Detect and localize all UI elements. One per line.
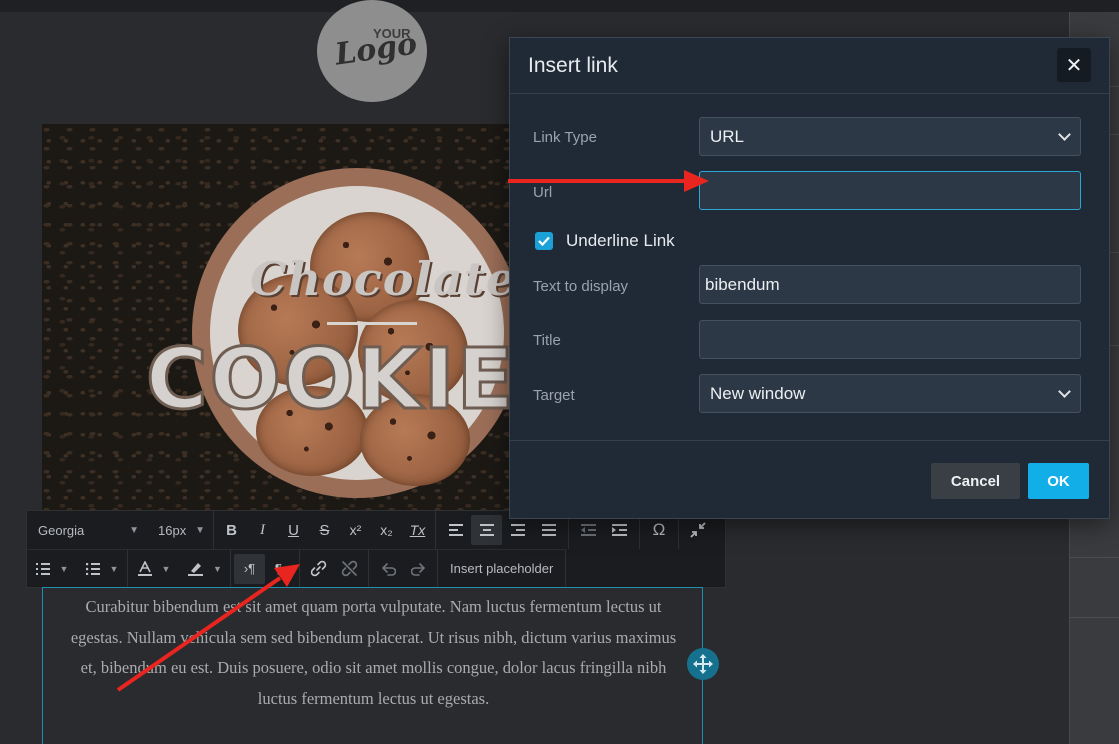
hero-title-bold: COOKIE (144, 329, 512, 430)
text-editor-toolbar: Georgia ▼ 16px ▼ B I U S x² x₂ Tx Ω ▼ ▼ … (26, 510, 726, 588)
align-left-button[interactable] (440, 515, 471, 545)
align-center-button[interactable] (471, 515, 502, 545)
align-right-button[interactable] (502, 515, 533, 545)
top-strip (0, 0, 1119, 12)
text-to-display-input[interactable]: bibendum (699, 265, 1081, 304)
rtl-button[interactable]: ¶‹ (265, 554, 296, 584)
url-label: Url (533, 184, 553, 201)
hero-image[interactable]: Chocolate COOKIE (42, 124, 512, 512)
hero-title-script: Chocolate (250, 252, 512, 306)
numbered-list-button[interactable]: ▼ (27, 550, 77, 588)
chevron-down-icon: ▼ (109, 563, 119, 574)
outdent-icon (581, 524, 596, 536)
align-right-icon (510, 524, 525, 536)
toolbar-separator (565, 549, 567, 588)
indent-button[interactable] (604, 515, 635, 545)
undo-icon (381, 562, 396, 576)
omega-icon: Ω (652, 520, 666, 539)
text-block[interactable]: Curabitur bibendum est sit amet quam por… (42, 587, 703, 744)
bullet-list-icon (85, 562, 100, 575)
cancel-button[interactable]: Cancel (931, 463, 1020, 499)
dialog-title: Insert link (528, 54, 618, 77)
logo-image[interactable]: YOUR Logo (317, 0, 427, 102)
link-group (300, 550, 368, 588)
undo-button[interactable] (372, 554, 403, 584)
text-to-display-value: bibendum (705, 274, 780, 294)
subscript-button[interactable]: x₂ (371, 515, 402, 545)
align-center-icon (479, 524, 494, 536)
ltr-paragraph-icon: ›¶ (243, 561, 256, 576)
font-family-value: Georgia (38, 522, 85, 538)
underline-button[interactable]: U (278, 515, 309, 545)
chevron-down-icon: ▼ (129, 524, 139, 536)
redo-button[interactable] (403, 554, 434, 584)
insert-placeholder-button[interactable]: Insert placeholder (438, 550, 565, 588)
close-icon: ✕ (1065, 54, 1083, 77)
text-to-display-label: Text to display (533, 278, 629, 295)
ltr-button[interactable]: ›¶ (234, 553, 265, 584)
align-justify-button[interactable] (533, 515, 564, 545)
direction-group: ›¶ ¶‹ (231, 550, 299, 588)
dialog-header: Insert link ✕ (510, 38, 1109, 94)
italic-button[interactable]: I (247, 515, 278, 545)
paragraph-text[interactable]: Curabitur bibendum est sit amet quam por… (61, 592, 686, 714)
target-label: Target (533, 387, 575, 404)
move-block-handle[interactable] (687, 648, 719, 680)
highlight-color-button[interactable]: ▼ (180, 550, 230, 588)
text-color-button[interactable]: ▼ (128, 550, 180, 588)
link-type-select[interactable]: URL (699, 117, 1081, 156)
ok-button[interactable]: OK (1028, 463, 1089, 499)
bold-button[interactable]: B (216, 515, 247, 545)
bullet-list-button[interactable]: ▼ (77, 550, 127, 588)
link-icon (310, 560, 327, 577)
highlighter-icon (188, 563, 204, 576)
chevron-down-icon: ▼ (195, 524, 205, 536)
insert-link-dialog: Insert link ✕ Link Type URL Url Underlin… (509, 37, 1110, 519)
panel-divider (1070, 557, 1119, 558)
strikethrough-button[interactable]: S (309, 515, 340, 545)
chevron-down-icon (1058, 385, 1071, 398)
close-button[interactable]: ✕ (1057, 48, 1091, 82)
insert-link-button[interactable] (303, 554, 334, 584)
underline-checkbox[interactable] (535, 232, 553, 250)
target-value: New window (710, 383, 806, 403)
dialog-footer-divider (510, 440, 1109, 441)
checkmark-icon (538, 236, 550, 246)
align-justify-icon (541, 524, 556, 536)
font-size-value: 16px (158, 522, 187, 538)
toolbar-row-2: ▼ ▼ ▼ ▼ ›¶ ¶‹ Insert placeholder (27, 549, 567, 588)
collapse-arrows-icon (690, 522, 706, 538)
chevron-down-icon: ▼ (59, 563, 69, 574)
outdent-button[interactable] (573, 515, 604, 545)
target-select[interactable]: New window (699, 374, 1081, 413)
logo-line-logo: Logo (332, 26, 420, 73)
rtl-paragraph-icon: ¶‹ (274, 561, 287, 576)
move-arrows-icon (693, 654, 713, 674)
redo-icon (410, 562, 425, 576)
url-input[interactable] (699, 171, 1081, 210)
text-color-icon (137, 561, 152, 576)
font-size-select[interactable]: 16px ▼ (147, 511, 213, 549)
remove-link-button[interactable] (334, 554, 365, 584)
indent-icon (612, 524, 627, 536)
font-family-select[interactable]: Georgia ▼ (27, 511, 147, 549)
underline-link-label: Underline Link (566, 231, 675, 250)
link-type-value: URL (710, 126, 745, 146)
link-type-label: Link Type (533, 129, 597, 146)
title-input[interactable] (699, 320, 1081, 359)
chevron-down-icon: ▼ (161, 563, 171, 574)
unlink-icon (341, 560, 358, 577)
text-style-group: B I U S x² x₂ Tx (214, 511, 435, 549)
superscript-button[interactable]: x² (340, 515, 371, 545)
clear-formatting-button[interactable]: Tx (402, 515, 433, 545)
align-left-icon (448, 524, 463, 536)
underline-link-row[interactable]: Underline Link (535, 231, 675, 251)
panel-divider (1070, 617, 1119, 618)
title-label: Title (533, 332, 561, 349)
hero-title-rule (327, 322, 417, 325)
chevron-down-icon (1058, 128, 1071, 141)
numbered-list-icon (35, 562, 50, 575)
history-group (369, 550, 437, 588)
chevron-down-icon: ▼ (213, 563, 222, 574)
